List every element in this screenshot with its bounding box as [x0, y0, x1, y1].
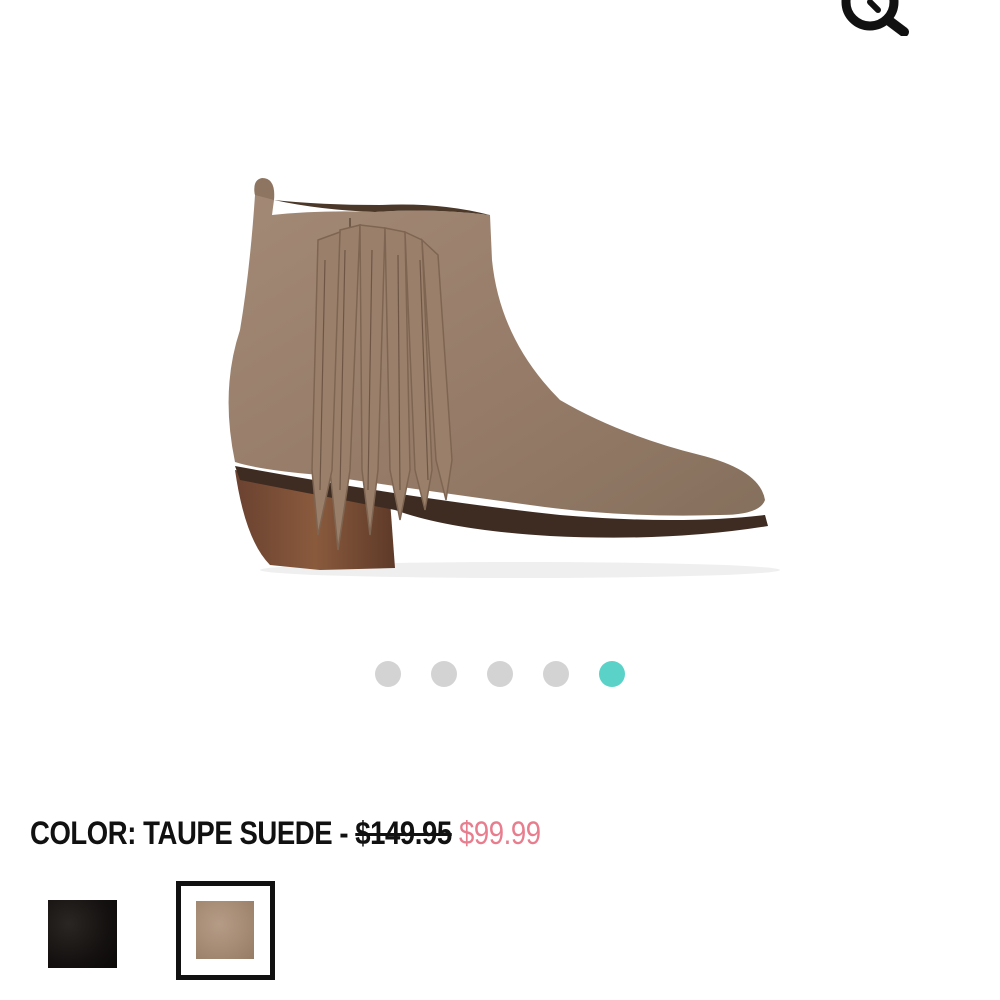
swatch-taupe-suede-fill	[196, 901, 254, 959]
carousel-dots	[0, 661, 1000, 689]
color-label: COLOR: TAUPE SUEDE -	[30, 815, 356, 851]
carousel-dot-1[interactable]	[375, 661, 401, 687]
swatch-black[interactable]	[48, 900, 117, 968]
carousel-dot-3[interactable]	[487, 661, 513, 687]
swatch-taupe-suede-selected[interactable]	[176, 881, 275, 980]
original-price: $149.95	[355, 815, 452, 851]
magnifier-icon	[841, 0, 909, 37]
color-price-line: COLOR: TAUPE SUEDE - $149.95 $99.99	[30, 815, 541, 859]
carousel-dot-4[interactable]	[543, 661, 569, 687]
fringe-boot-illustration	[228, 178, 780, 578]
product-image[interactable]	[200, 170, 800, 590]
zoom-icon[interactable]	[832, 0, 912, 37]
sale-price: $99.99	[458, 815, 541, 851]
carousel-dot-5-active[interactable]	[599, 661, 625, 687]
carousel-dot-2[interactable]	[431, 661, 457, 687]
